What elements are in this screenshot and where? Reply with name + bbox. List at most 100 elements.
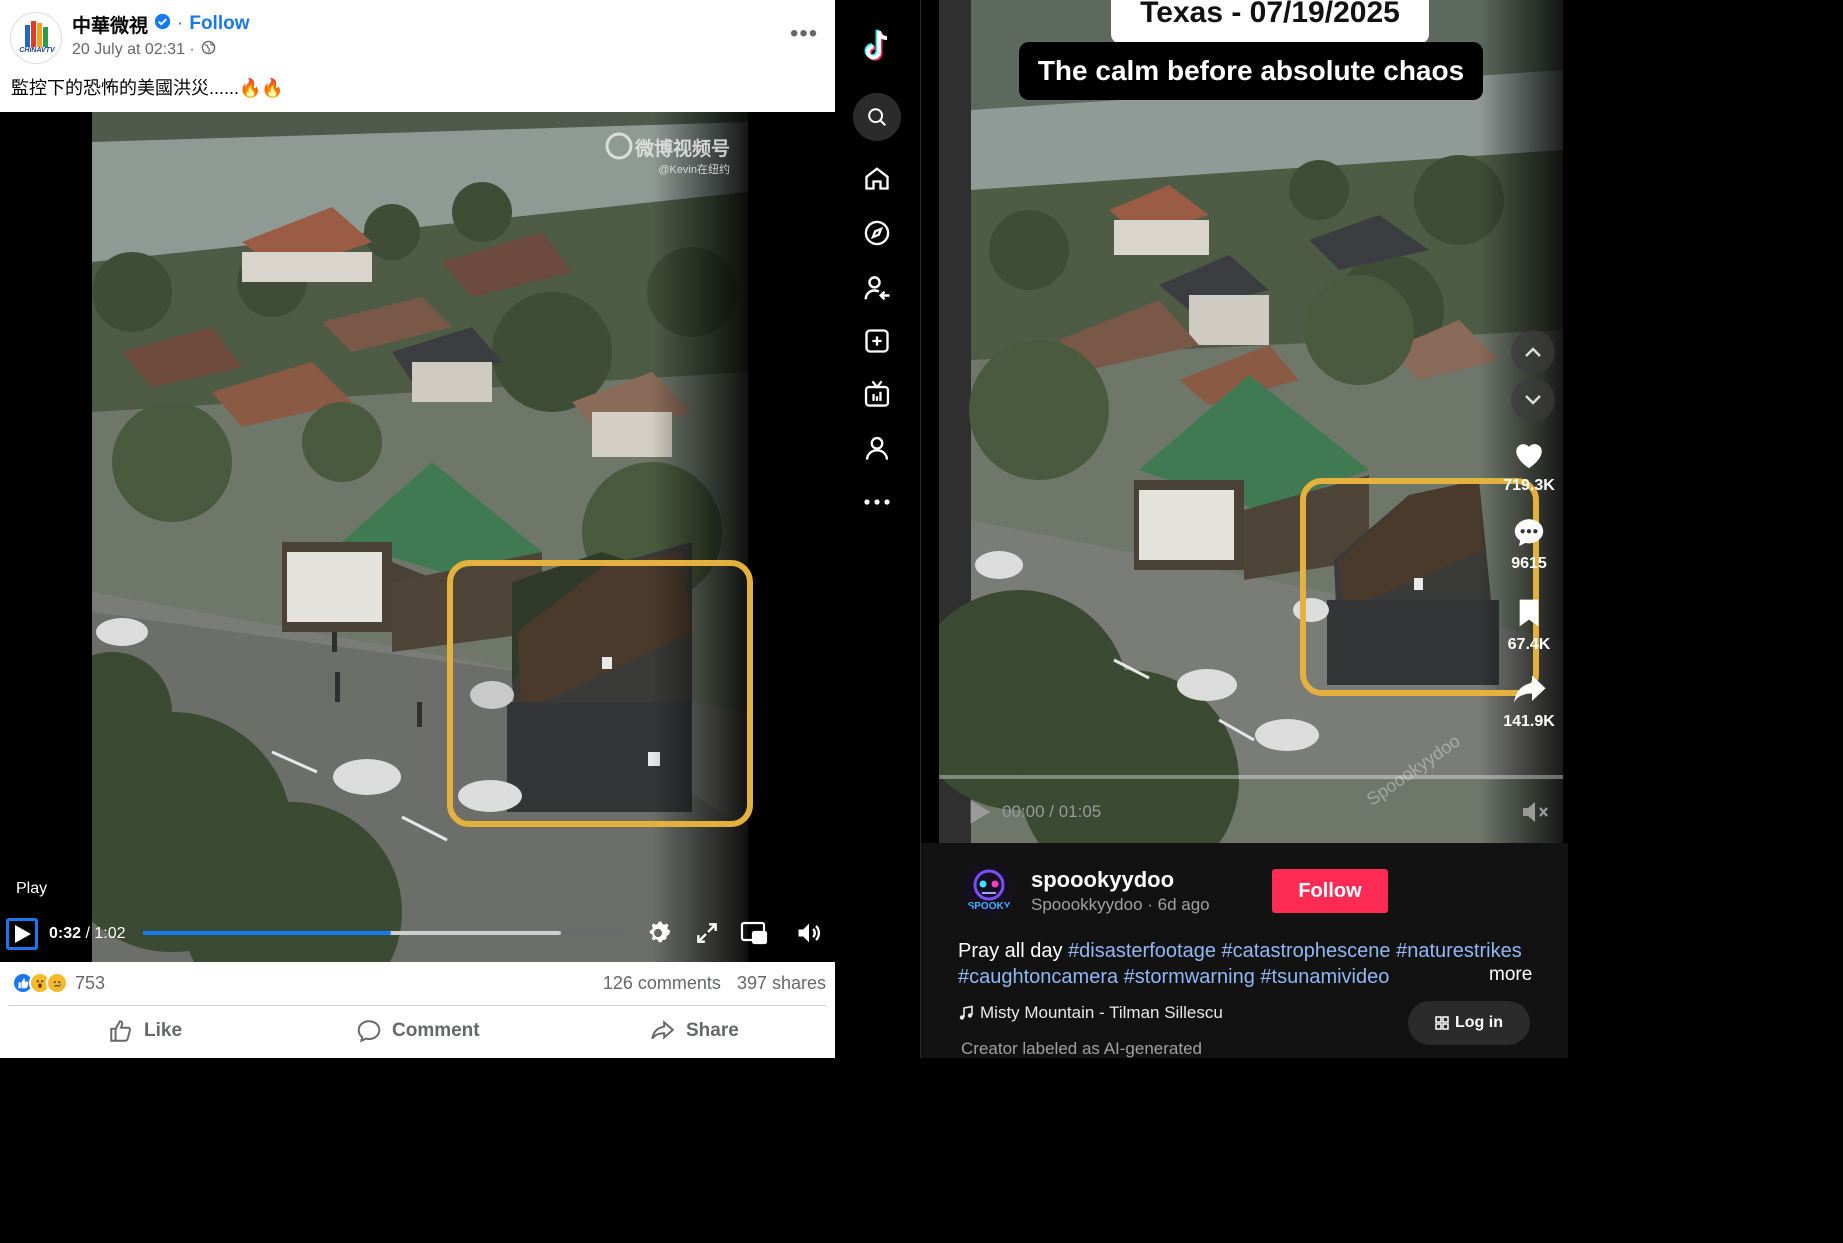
login-button[interactable]: Log in [1408,1001,1530,1045]
share-icon [651,1020,675,1040]
duration: / 1:02 [85,925,126,942]
chevron-up-icon [1525,347,1541,357]
post-header: CHINAVTV 中華微視 · Follow 20 July at 02:31 … [0,0,835,112]
like-label: Like [144,1020,183,1041]
like-button[interactable]: Like [108,1018,182,1044]
video-info: SPOOKY spoookyydoo Spoookkyydoo · 6d ago… [921,843,1568,1058]
reaction-summary[interactable]: 753 [12,972,105,994]
tiktok-panel: Spoookyydoo Texas - 07/19/2025 The calm … [921,0,1568,1058]
highlight-box [1300,478,1539,696]
share-label: Share [686,1020,739,1041]
saves-count: 67.4K [1507,636,1551,653]
comment-button[interactable]: Comment [356,1018,480,1044]
separator-dot: · [177,13,184,34]
facebook-post: CHINAVTV 中華微視 · Follow 20 July at 02:31 … [0,0,835,1058]
video-player[interactable]: 微博视频号 @Kevin在纽约 Play [0,112,835,962]
following-icon[interactable] [859,270,895,306]
volume-icon[interactable] [795,919,825,949]
play-button[interactable] [6,918,38,950]
bookmark-icon [1519,599,1539,627]
profile-icon[interactable] [859,430,895,466]
shares-count: 141.9K [1503,713,1555,730]
share-arrow-icon [1514,675,1546,703]
video-time: 00:00 / 01:05 [1002,802,1102,821]
home-icon[interactable] [859,160,895,196]
video-time: 0:32 / 1:02 [49,925,126,943]
tiktok-logo-icon[interactable] [859,28,895,64]
progress-fill [143,931,392,935]
video-progress-bar[interactable] [939,775,1563,779]
next-video-button[interactable] [1511,378,1555,422]
watermark-sub: @Kevin在纽约 [658,164,730,176]
fullscreen-icon[interactable] [694,920,724,950]
page-avatar[interactable]: CHINAVTV [10,12,62,64]
upload-icon[interactable] [859,323,895,359]
settings-gear-icon[interactable] [644,919,674,949]
video-frame [939,0,1563,843]
post-date-text: 20 July at 02:31 · [72,41,195,58]
sad-reaction-icon [46,972,68,994]
reactions-bar: 753 126 comments 397 shares [9,962,826,1006]
highlight-box [447,560,753,827]
page-name[interactable]: 中華微視 [72,11,148,38]
more-link[interactable]: more [1489,964,1532,986]
post-caption: 監控下的恐怖的美國洪災......🔥🔥 [11,78,284,98]
play-icon[interactable] [968,798,992,831]
share-button[interactable]: Share [648,1018,739,1044]
shares-count[interactable]: 397 shares [737,973,826,994]
music-info[interactable]: Misty Mountain - Tilman Sillescu [958,1003,1223,1023]
watermark-main: 微博视频号 [634,139,730,160]
video-watermark: 微博视频号 @Kevin在纽约 [630,134,730,177]
ai-generated-label: Creator labeled as AI-generated [961,1039,1202,1058]
creator-username[interactable]: spoookyydoo [1031,867,1174,893]
comment-action[interactable]: 9615 [1484,516,1563,573]
video-description: Pray all day #disasterfootage #catastrop… [958,938,1548,990]
engagement-counts: 126 comments 397 shares [603,973,826,994]
creator-avatar[interactable]: SPOOKY [963,863,1015,915]
login-label: Log in [1455,1014,1503,1031]
chevron-down-icon [1525,395,1541,405]
music-title: Misty Mountain - Tilman Sillescu [980,1003,1223,1022]
hashtag-link[interactable]: #tsunamivideo [1260,966,1389,988]
progress-bar[interactable] [143,931,624,935]
current-time: 0:32 [49,925,82,942]
like-icon [110,1020,131,1042]
mute-icon[interactable] [1521,799,1551,830]
follow-link[interactable]: Follow [189,13,249,35]
creator-handle: Spoookkyydoo · 6d ago [1031,895,1210,914]
hashtag-link[interactable]: #caughtoncamera [958,966,1118,988]
save-action[interactable]: 67.4K [1484,597,1563,654]
hashtag-link[interactable]: #disasterfootage [1068,940,1216,962]
more-options-icon[interactable]: ••• [790,20,818,48]
comments-count[interactable]: 126 comments [603,973,721,994]
explore-icon[interactable] [859,215,895,251]
hashtag-link[interactable]: #stormwarning [1124,966,1255,988]
play-tooltip: Play [16,880,48,897]
picture-in-picture-icon[interactable] [740,920,770,950]
previous-video-button[interactable] [1511,330,1555,374]
live-icon[interactable] [859,376,895,412]
avatar-text: SPOOKY [967,901,1011,912]
comments-count: 9615 [1511,555,1547,572]
tiktok-sidebar [835,0,920,1058]
music-note-icon [959,1005,973,1020]
title-overlay: Texas - 07/19/2025 [1111,0,1429,44]
avatar-logo-text: CHINAVTV [19,47,55,54]
hashtag-link[interactable]: #naturestrikes [1396,940,1522,962]
post-date[interactable]: 20 July at 02:31 · [72,40,216,60]
follow-button[interactable]: Follow [1272,869,1388,913]
likes-count: 719.3K [1503,477,1555,494]
search-icon[interactable] [853,93,901,141]
comment-icon [357,1020,381,1043]
post-author-row: 中華微視 · Follow [72,11,250,38]
comment-bubble-icon [1514,519,1544,547]
more-icon[interactable] [859,484,895,520]
like-action[interactable]: 719.3K [1484,438,1563,495]
post-actions: Like Comment Share [0,1008,835,1058]
reaction-count: 753 [75,972,106,993]
comment-label: Comment [392,1020,480,1041]
tiktok-video[interactable]: Spoookyydoo Texas - 07/19/2025 The calm … [939,0,1563,843]
description-text: Pray all day [958,940,1069,962]
hashtag-link[interactable]: #catastrophescene [1222,940,1391,962]
share-action[interactable]: 141.9K [1484,672,1563,731]
